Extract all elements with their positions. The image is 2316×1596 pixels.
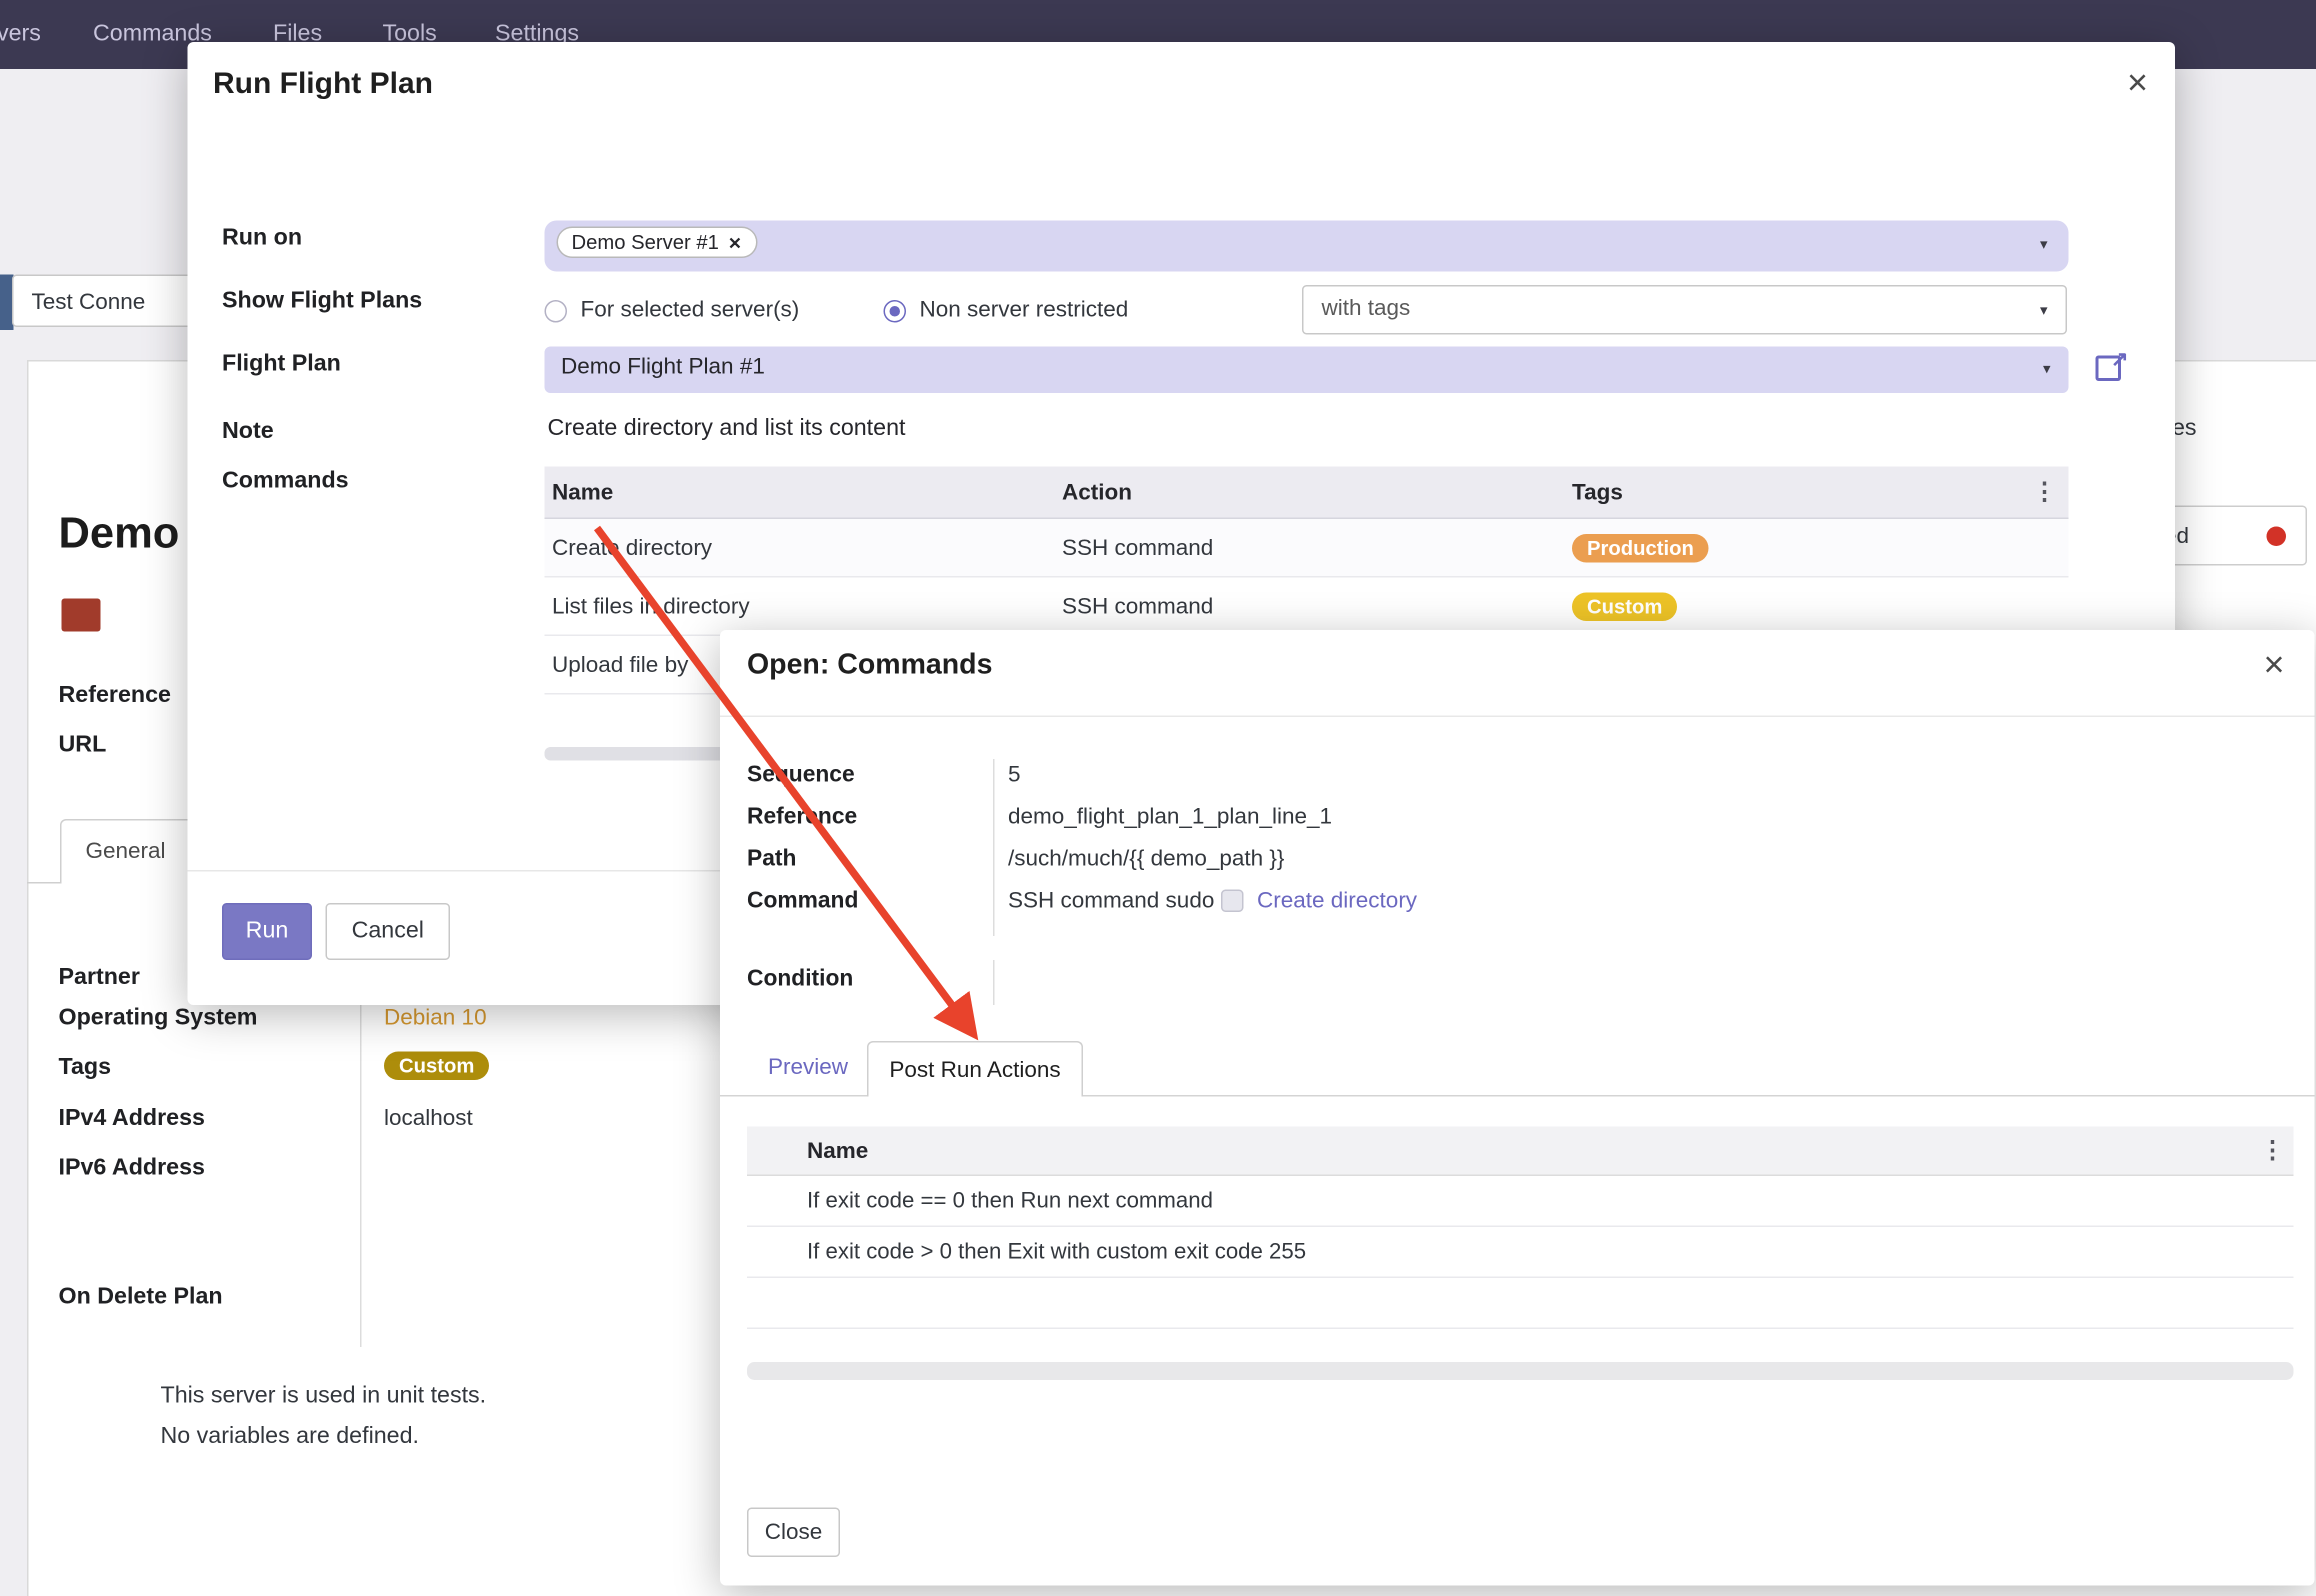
command-label: Command [747,888,858,914]
flight-plan-value: Demo Flight Plan #1 [561,354,765,380]
external-link-arrow: ↗ [2111,347,2129,373]
run-on-server-field[interactable]: Demo Server #1 ✕ ▾ [545,221,2069,272]
server-color-swatch[interactable] [62,599,101,632]
tags-label: Tags [59,1055,112,1082]
chevron-down-icon[interactable]: ▾ [2040,303,2048,320]
radio-non-server-restricted-label[interactable]: Non server restricted [920,297,1129,323]
run-modal-title: Run Flight Plan [213,68,433,103]
os-label: Operating System [59,1005,258,1032]
screen: vers Commands Files Tools Settings Test … [0,0,2316,1596]
viewport: vers Commands Files Tools Settings Test … [0,0,2316,1596]
col-tags[interactable]: Tags [1572,479,2033,505]
action-cell: If exit code == 0 then Run next command [747,1189,1213,1213]
table-row[interactable]: Create directory SSH command Production [545,519,2069,578]
close-icon[interactable]: × [2127,66,2148,102]
chevron-down-icon[interactable]: ▾ [2040,237,2048,254]
modal-header-divider [720,716,2315,718]
col-name[interactable]: Name [747,1138,868,1164]
action-cell: If exit code > 0 then Exit with custom e… [747,1240,1306,1264]
with-tags-value: with tags [1322,296,1411,322]
col-action[interactable]: Action [1062,479,1572,505]
table-row[interactable]: If exit code > 0 then Exit with custom e… [747,1227,2294,1278]
command-link[interactable]: Create directory [1257,888,1417,914]
test-connection-button[interactable]: Test Conne [12,275,192,328]
plan-description: Create directory and list its content [548,416,906,443]
ipv6-label: IPv6 Address [59,1155,205,1182]
note-label: Note [222,419,274,446]
sequence-value: 5 [1008,762,1021,788]
post-run-actions-table: Name ⋮ If exit code == 0 then Run next c… [747,1127,2294,1330]
tab-post-run-actions[interactable]: Post Run Actions [867,1041,1083,1097]
reference-value: demo_flight_plan_1_plan_line_1 [1008,804,1332,830]
table-row[interactable]: List files in directory SSH command Cust… [545,578,2069,637]
condition-label: Condition [747,966,853,992]
table-options-icon[interactable]: ⋮ [2261,1136,2294,1166]
commands-label: Commands [222,468,349,495]
run-on-label: Run on [222,225,302,252]
tag-badge-production: Production [1572,533,1709,562]
external-link-icon[interactable]: ↗ [2096,351,2129,384]
status-dot-icon [2267,526,2287,546]
col-name[interactable]: Name [545,479,1063,505]
ipv4-value: localhost [384,1106,473,1132]
table-header-row: Name ⋮ [747,1127,2294,1177]
table-options-icon[interactable]: ⋮ [2033,477,2069,507]
table-row-empty [747,1278,2294,1329]
chip-remove-icon[interactable]: ✕ [728,236,742,254]
flight-plan-select[interactable]: Demo Flight Plan #1 ▾ [545,347,2069,394]
flight-plan-label: Flight Plan [222,351,341,378]
radio-non-server-restricted[interactable] [884,300,907,323]
server-chip-label: Demo Server #1 [572,231,719,254]
cancel-button[interactable]: Cancel [326,903,451,960]
command-value: SSH command sudo [1008,888,1214,914]
field-divider [993,960,995,1005]
open-commands-modal: Open: Commands × Sequence Reference Path… [720,630,2315,1586]
cell-action: SSH command [1062,593,1572,619]
tab-preview[interactable]: Preview [768,1055,848,1081]
ipv4-label: IPv4 Address [59,1106,205,1133]
radio-for-selected-servers-label[interactable]: For selected server(s) [581,297,800,323]
table-header-row: Name Action Tags ⋮ [545,467,2069,520]
tag-badge-custom: Custom [1572,592,1677,621]
url-label: URL [59,732,107,759]
os-value[interactable]: Debian 10 [384,1005,487,1031]
partner-label: Partner [59,965,140,992]
server-title: Demo [59,510,180,560]
with-tags-dropdown[interactable]: with tags ▾ [1302,285,2067,335]
tab-general[interactable]: General [60,819,204,884]
right-text-fragment: es [2172,416,2197,443]
nav-item-servers[interactable]: vers [0,0,41,69]
horizontal-scrollbar[interactable] [747,1362,2294,1380]
show-flight-plans-label: Show Flight Plans [222,288,422,315]
unit-test-note-line1: This server is used in unit tests. [161,1383,487,1410]
cell-action: SSH command [1062,535,1572,561]
info-column-divider [360,957,362,1347]
reference-label: Reference [747,804,857,830]
commands-modal-title: Open: Commands [747,650,992,683]
on-delete-plan-label: On Delete Plan [59,1284,223,1311]
tag-badge-custom[interactable]: Custom [384,1052,489,1081]
close-icon[interactable]: × [2263,648,2284,684]
radio-for-selected-servers[interactable] [545,300,568,323]
cell-name: Create directory [545,535,1063,561]
path-value: /such/much/{{ demo_path }} [1008,846,1284,872]
run-button[interactable]: Run [222,903,312,960]
chevron-down-icon[interactable]: ▾ [2043,362,2051,379]
command-checkbox[interactable] [1221,890,1244,913]
table-row[interactable]: If exit code == 0 then Run next command [747,1176,2294,1227]
cell-name: List files in directory [545,593,1063,619]
reference-label: Reference [59,683,171,710]
path-label: Path [747,846,796,872]
sequence-label: Sequence [747,762,855,788]
field-divider [993,759,995,936]
server-chip[interactable]: Demo Server #1 ✕ [557,227,757,259]
close-button[interactable]: Close [747,1508,840,1558]
unit-test-note-line2: No variables are defined. [161,1424,419,1451]
